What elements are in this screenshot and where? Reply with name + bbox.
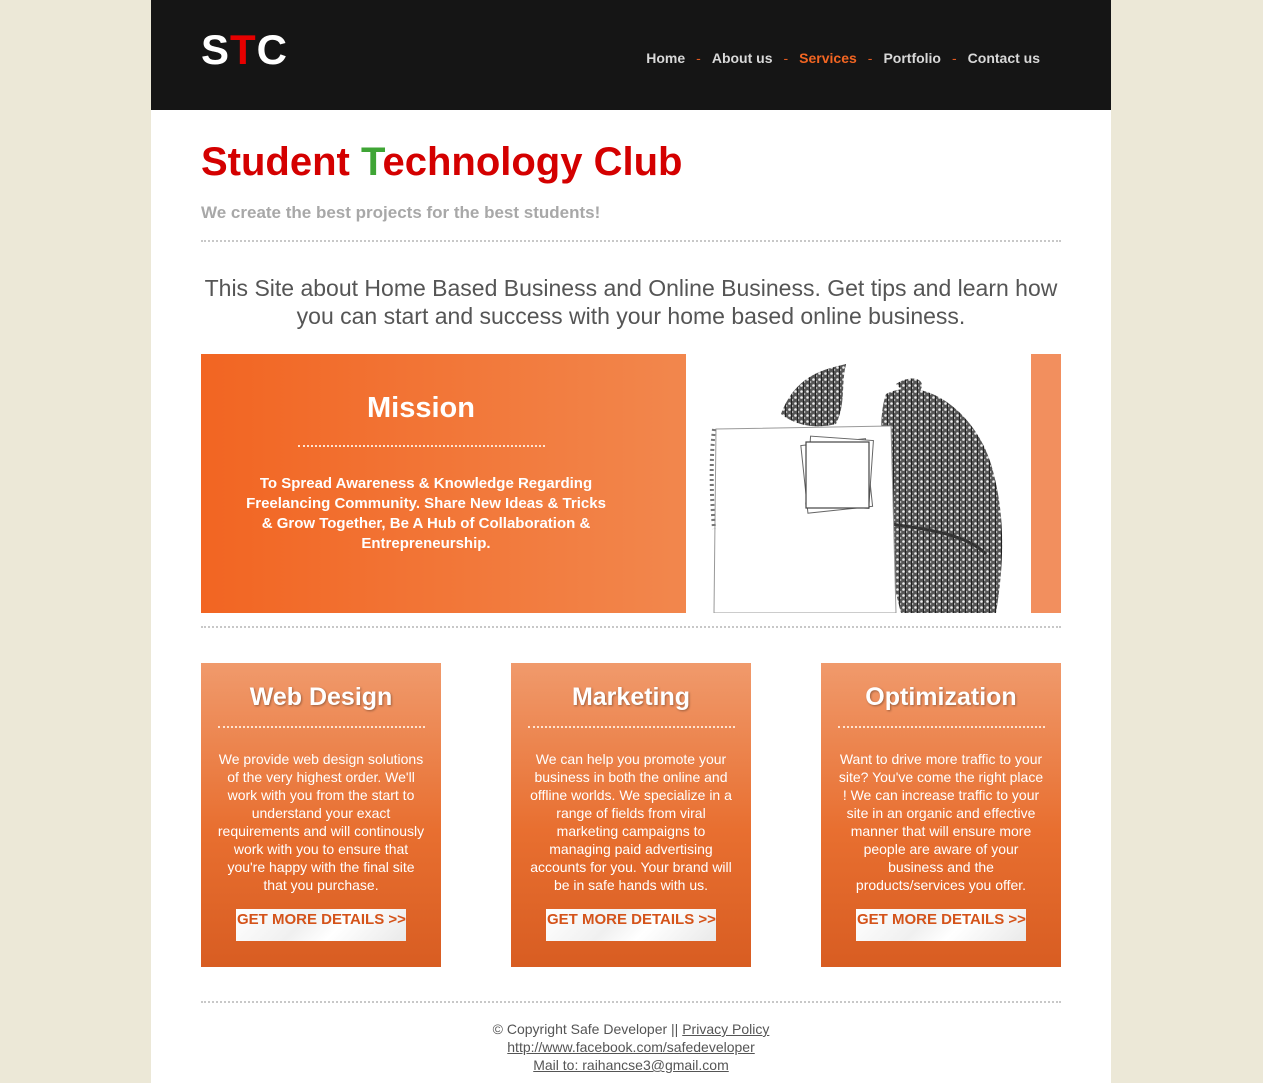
nav-separator: -: [783, 50, 789, 66]
nav-separator: -: [696, 50, 701, 66]
nav-about-us[interactable]: About us: [712, 50, 773, 66]
nav-separator: -: [951, 50, 957, 66]
logo-letter-t: T: [230, 26, 257, 73]
get-more-details-button[interactable]: GET MORE DETAILS >>: [236, 909, 406, 941]
nav-portfolio[interactable]: Portfolio: [883, 50, 941, 66]
logo-letter-s: S: [201, 26, 231, 73]
site-logo[interactable]: STC: [201, 26, 288, 74]
nav-separator: -: [867, 50, 873, 66]
title-highlight-letter: T: [360, 140, 383, 184]
footer-copyright-line: © Copyright Safe Developer || Privacy Po…: [151, 1020, 1111, 1038]
tagline: We create the best projects for the best…: [201, 203, 601, 222]
service-divider: [838, 726, 1045, 728]
service-marketing: Marketing We can help you promote your b…: [511, 663, 751, 967]
mission-text: To Spread Awareness & Knowledge Regardin…: [246, 475, 606, 552]
divider: [201, 1001, 1061, 1003]
nav-contact-us[interactable]: Contact us: [968, 50, 1040, 66]
logo-letter-c: C: [256, 26, 289, 73]
service-divider: [528, 726, 735, 728]
intro-text: This Site about Home Based Business and …: [204, 275, 1058, 329]
mission-banner: Mission To Spread Awareness & Knowledge …: [201, 354, 686, 613]
mission-divider: [298, 445, 545, 447]
title-part-2: echnology Club: [382, 140, 683, 184]
service-title: Web Design: [249, 683, 393, 711]
leaf-photo-frames-icon: [709, 364, 1003, 613]
get-more-details-button[interactable]: GET MORE DETAILS >>: [856, 909, 1026, 941]
copyright-text: © Copyright Safe Developer ||: [492, 1021, 683, 1037]
service-divider: [218, 726, 425, 728]
service-title: Marketing: [571, 683, 691, 711]
mission-heading: Mission: [367, 392, 475, 424]
privacy-policy-link[interactable]: Privacy Policy: [682, 1021, 769, 1037]
mission-image: [686, 354, 1031, 613]
service-optimization: Optimization Want to drive more traffic …: [821, 663, 1061, 967]
divider: [201, 626, 1061, 628]
facebook-link[interactable]: http://www.facebook.com/safedeveloper: [507, 1039, 754, 1055]
page-title: Student Technology Club: [201, 140, 682, 185]
page-container: STC Home - About us - Services - Portfol…: [151, 0, 1111, 1083]
main-nav: Home - About us - Services - Portfolio -…: [646, 50, 1040, 66]
site-footer: © Copyright Safe Developer || Privacy Po…: [151, 1020, 1111, 1074]
site-header: STC Home - About us - Services - Portfol…: [151, 0, 1111, 110]
nav-home[interactable]: Home: [646, 50, 685, 66]
service-title: Optimization: [865, 683, 1017, 711]
service-description: Want to drive more traffic to your site?…: [838, 751, 1044, 893]
get-more-details-button[interactable]: GET MORE DETAILS >>: [546, 909, 716, 941]
service-description: We provide web design solutions of the v…: [217, 751, 425, 893]
banner-accent-strip: [1031, 354, 1061, 613]
service-description: We can help you promote your business in…: [530, 751, 732, 893]
divider: [201, 240, 1061, 242]
mail-link[interactable]: Mail to: raihancse3@gmail.com: [533, 1057, 729, 1073]
title-part-1: Student: [201, 140, 361, 184]
nav-services[interactable]: Services: [799, 50, 857, 66]
service-web-design: Web Design We provide web design solutio…: [201, 663, 441, 967]
